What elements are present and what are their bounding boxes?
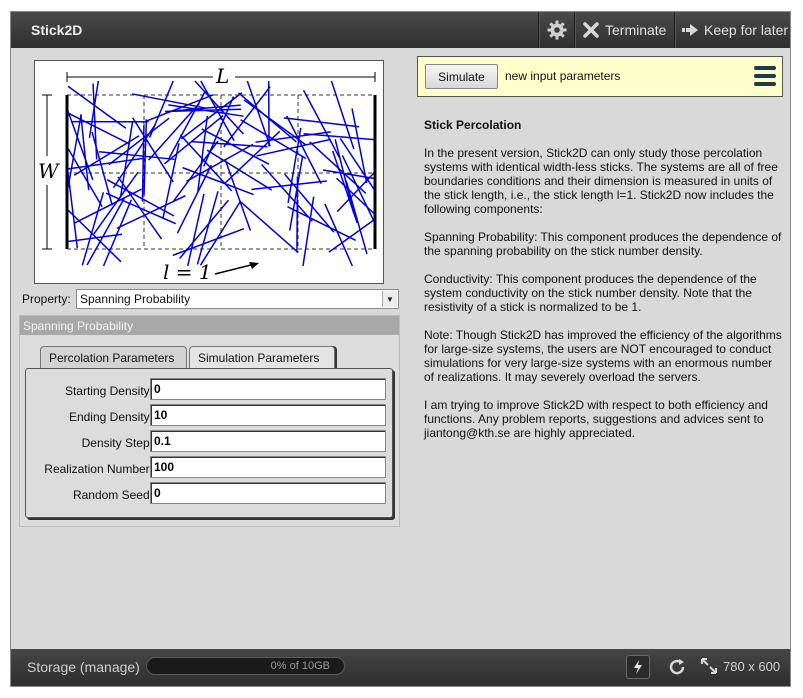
realization-number-label: Realization Number:: [44, 462, 153, 476]
bottom-bar: Storage (manage) 0% of 10GB 780 x 600: [11, 649, 790, 686]
label-l: l = 1: [163, 260, 212, 283]
terminate-label: Terminate: [605, 22, 667, 38]
stick: [328, 219, 375, 253]
density-step-input[interactable]: 0.1: [150, 430, 386, 452]
spanning-probability-panel: Spanning Probability Percolation Paramet…: [19, 315, 400, 527]
window-size-label: 780 x 600: [723, 658, 781, 674]
stick: [80, 114, 90, 191]
storage-manage-link[interactable]: Storage (manage): [27, 659, 140, 675]
stick: [176, 164, 212, 234]
resize-icon: [701, 658, 717, 674]
field-row: Density Step: 0.1: [26, 430, 392, 454]
field-row: Starting Density: 0: [26, 378, 392, 402]
chevron-down-icon[interactable]: ▼: [382, 291, 397, 307]
tab-percolation-parameters[interactable]: Percolation Parameters: [40, 346, 187, 368]
field-row: Ending Density: 10: [26, 404, 392, 428]
gear-icon: [547, 20, 567, 40]
stick: [223, 86, 271, 148]
storage-progress-bar: 0% of 10GB: [146, 657, 345, 675]
simulate-bar: Simulate new input parameters: [417, 56, 783, 97]
pointer-arrow: [214, 263, 256, 275]
stick: [330, 80, 355, 150]
settings-button[interactable]: [538, 12, 575, 48]
terminate-button[interactable]: Terminate: [574, 12, 674, 48]
stick-diagram: L W l = 1: [38, 64, 377, 283]
random-seed-label: Random Seed:: [72, 488, 153, 502]
simulate-status: new input parameters: [505, 69, 621, 83]
info-paragraph: Conductivity: This component produces th…: [424, 272, 757, 314]
x-icon: [583, 22, 599, 38]
field-row: Random Seed: 0: [26, 482, 392, 506]
info-paragraph: I am trying to improve Stick2D with resp…: [424, 398, 768, 440]
hamburger-menu-icon[interactable]: [754, 66, 776, 88]
keep-for-later-button[interactable]: Keep for later: [674, 12, 792, 48]
stick: [186, 143, 254, 182]
density-step-label: Density Step:: [81, 436, 153, 450]
lightning-icon: [634, 660, 642, 674]
realization-number-input[interactable]: 100: [150, 456, 386, 478]
random-seed-input[interactable]: 0: [150, 482, 386, 504]
stick: [324, 203, 354, 267]
refresh-button[interactable]: [666, 656, 688, 678]
info-text: Stick Percolation In the present version…: [424, 118, 784, 454]
stick: [351, 108, 368, 184]
info-paragraph: In the present version, Stick2D can only…: [424, 146, 778, 216]
label-L: L: [215, 64, 229, 88]
refresh-icon: [669, 659, 685, 675]
stick: [334, 139, 355, 214]
app-frame: Stick2D Terminate Keep for later L W l =…: [10, 11, 791, 687]
lightning-button[interactable]: [626, 655, 650, 679]
panel-title: Spanning Probability: [20, 316, 399, 335]
stick: [186, 193, 205, 267]
stick: [117, 176, 163, 240]
starting-density-label: Starting Density:: [64, 384, 153, 398]
storage-usage-text: 0% of 10GB: [270, 660, 330, 672]
info-paragraph: Spanning Probability: This component pro…: [424, 230, 782, 258]
top-bar: Stick2D Terminate Keep for later: [11, 12, 790, 48]
tab-simulation-parameters[interactable]: Simulation Parameters: [189, 346, 335, 369]
stick-percolation-figure: L W l = 1: [34, 60, 384, 284]
window-size-control[interactable]: 780 x 600: [701, 658, 780, 674]
property-selected-value: Spanning Probability: [80, 292, 191, 306]
simulation-parameters-form: Starting Density: 0 Ending Density: 10 D…: [25, 368, 393, 518]
starting-density-input[interactable]: 0: [150, 378, 386, 400]
field-row: Realization Number: 100: [26, 456, 392, 480]
simulate-button[interactable]: Simulate: [425, 64, 498, 89]
keep-for-later-label: Keep for later: [704, 22, 789, 38]
stick: [243, 99, 306, 146]
app-title: Stick2D: [31, 22, 83, 38]
info-paragraph: Note: Though Stick2D has improved the ef…: [424, 328, 782, 384]
stick: [303, 133, 375, 141]
ending-density-input[interactable]: 10: [150, 404, 386, 426]
property-label: Property:: [22, 292, 71, 306]
stick: [197, 115, 209, 192]
property-select[interactable]: Spanning Probability ▼: [76, 289, 399, 309]
arrow-right-icon: [682, 24, 698, 36]
stick: [148, 80, 174, 138]
info-heading: Stick Percolation: [424, 118, 522, 132]
pointer-arrowhead: [249, 262, 259, 269]
ending-density-label: Ending Density:: [68, 410, 153, 424]
label-W: W: [38, 159, 60, 183]
